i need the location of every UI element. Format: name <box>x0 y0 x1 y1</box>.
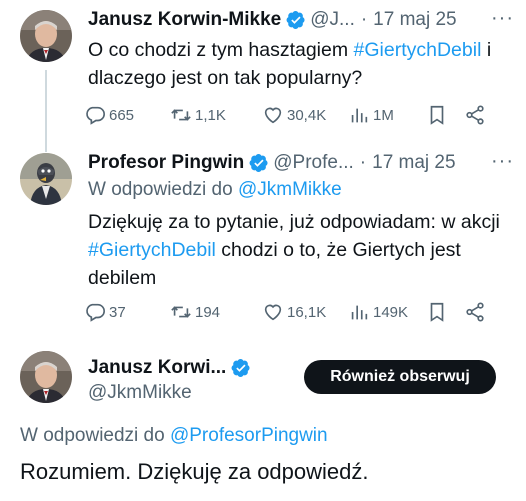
views-count: 149K <box>373 303 409 321</box>
like-count: 30,4K <box>287 106 327 124</box>
author-name[interactable]: Janusz Korwi... <box>88 357 226 379</box>
retweet-arrows-icon <box>171 306 191 318</box>
bar-chart-icon <box>351 305 368 320</box>
share-button[interactable] <box>464 104 486 126</box>
tweet-text: O co chodzi z tym hasztagiem #GiertychDe… <box>88 36 516 92</box>
more-dots-icon[interactable]: ··· <box>491 150 514 173</box>
heart-icon <box>264 304 282 321</box>
reply-button[interactable]: 37 <box>84 301 170 323</box>
like-count: 16,1K <box>287 303 327 321</box>
tweet-text: Dziękuję za to pytanie, już odpowiadam: … <box>88 208 516 292</box>
tweet-text-part: Dziękuję za to pytanie, już odpowiadam: … <box>88 211 500 233</box>
retweet-count: 1,1K <box>195 106 226 124</box>
reply-bubble-icon <box>86 106 105 125</box>
views-button[interactable]: 1M <box>348 104 426 126</box>
reply-count: 37 <box>109 303 126 321</box>
tweet-text-part: O co chodzi z tym hasztagiem <box>88 39 354 61</box>
tweet-date[interactable]: 17 maj 25 <box>372 152 455 174</box>
bookmark-button[interactable] <box>426 301 464 323</box>
tweet-1[interactable]: Janusz Korwin-Mikke @J... · 17 maj 25 ··… <box>0 0 526 145</box>
author-handle[interactable]: @JkmMikke <box>88 382 192 404</box>
retweet-button[interactable]: 1,1K <box>170 104 262 126</box>
tweet-date[interactable]: 17 maj 25 <box>373 9 456 31</box>
views-count: 1M <box>373 106 394 124</box>
avatar[interactable] <box>20 153 72 205</box>
share-icon <box>466 302 484 322</box>
retweet-button[interactable]: 194 <box>170 301 262 323</box>
reply-handle-link[interactable]: @ProfesorPingwin <box>170 425 328 446</box>
bookmark-icon <box>430 105 444 125</box>
hashtag-link[interactable]: #GiertychDebil <box>354 39 482 61</box>
separator-dot: · <box>360 9 368 30</box>
avatar[interactable] <box>20 10 72 62</box>
hashtag-link[interactable]: #GiertychDebil <box>88 239 216 261</box>
author-name[interactable]: Janusz Korwin-Mikke <box>88 9 281 31</box>
retweet-arrows-icon <box>171 109 191 121</box>
bar-chart-icon <box>351 108 368 123</box>
reply-context: W odpowiedzi do @JkmMikke <box>88 179 342 201</box>
author-handle[interactable]: @Profe... <box>273 152 354 174</box>
like-button[interactable]: 30,4K <box>262 104 348 126</box>
verified-badge-icon <box>286 10 306 30</box>
tweet-text: Rozumiem. Dziękuję za odpowiedź. <box>20 459 369 484</box>
separator-dot: · <box>359 152 367 173</box>
share-button[interactable] <box>464 301 486 323</box>
retweet-count: 194 <box>195 303 221 321</box>
action-bar: 37 194 16,1K 149K <box>84 300 510 324</box>
share-icon <box>466 105 484 125</box>
author-handle[interactable]: @J... <box>310 9 355 31</box>
like-button[interactable]: 16,1K <box>262 301 348 323</box>
tweet-header: Janusz Korwin-Mikke @J... · 17 maj 25 ··… <box>88 7 514 33</box>
reply-count: 665 <box>109 106 135 124</box>
reply-handle-link[interactable]: @JkmMikke <box>238 179 342 200</box>
reply-button[interactable]: 665 <box>84 104 170 126</box>
verified-badge-icon <box>249 153 269 173</box>
tweet-2[interactable]: Profesor Pingwin @Profe... · 17 maj 25 ·… <box>0 145 526 335</box>
bookmark-icon <box>430 302 444 322</box>
reply-prefix: W odpowiedzi do <box>20 425 170 446</box>
avatar[interactable] <box>20 351 72 403</box>
verified-badge-icon <box>231 358 251 378</box>
reply-bubble-icon <box>86 303 105 322</box>
reply-prefix: W odpowiedzi do <box>88 179 238 200</box>
reply-context: W odpowiedzi do @ProfesorPingwin <box>20 425 328 447</box>
views-button[interactable]: 149K <box>348 301 426 323</box>
action-bar: 665 1,1K 30,4K 1M <box>84 103 510 127</box>
tweet-header: Janusz Korwi... <box>88 355 255 381</box>
author-name[interactable]: Profesor Pingwin <box>88 152 244 174</box>
heart-icon <box>264 107 282 124</box>
more-dots-icon[interactable]: ··· <box>491 7 514 30</box>
tweet-header: Profesor Pingwin @Profe... · 17 maj 25 ·… <box>88 150 514 176</box>
bookmark-button[interactable] <box>426 104 464 126</box>
follow-back-button[interactable]: Również obserwuj <box>304 360 496 394</box>
